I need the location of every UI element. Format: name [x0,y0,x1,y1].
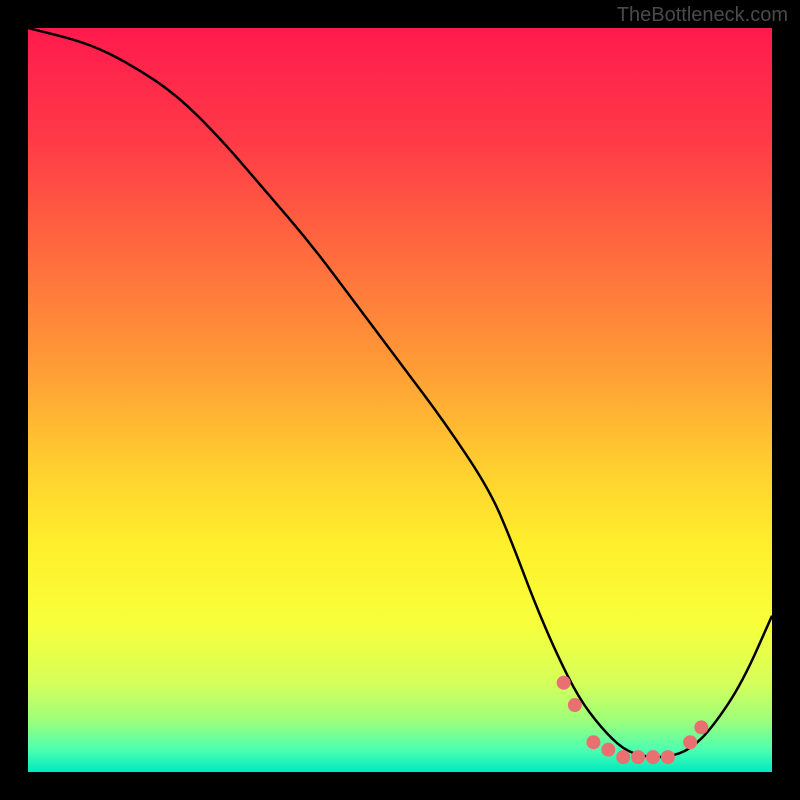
highlight-dot [683,735,697,749]
plot-area [28,28,772,772]
highlight-dot [661,750,675,764]
highlight-dot [631,750,645,764]
highlight-dot [601,743,615,757]
highlight-dot [694,720,708,734]
attribution-label: TheBottleneck.com [617,4,788,27]
highlight-dot [586,735,600,749]
bottleneck-curve [28,28,772,757]
highlight-dot [616,750,630,764]
chart-curve-layer [28,28,772,772]
highlight-dot [568,698,582,712]
highlight-dot [646,750,660,764]
highlight-dot [557,676,571,690]
